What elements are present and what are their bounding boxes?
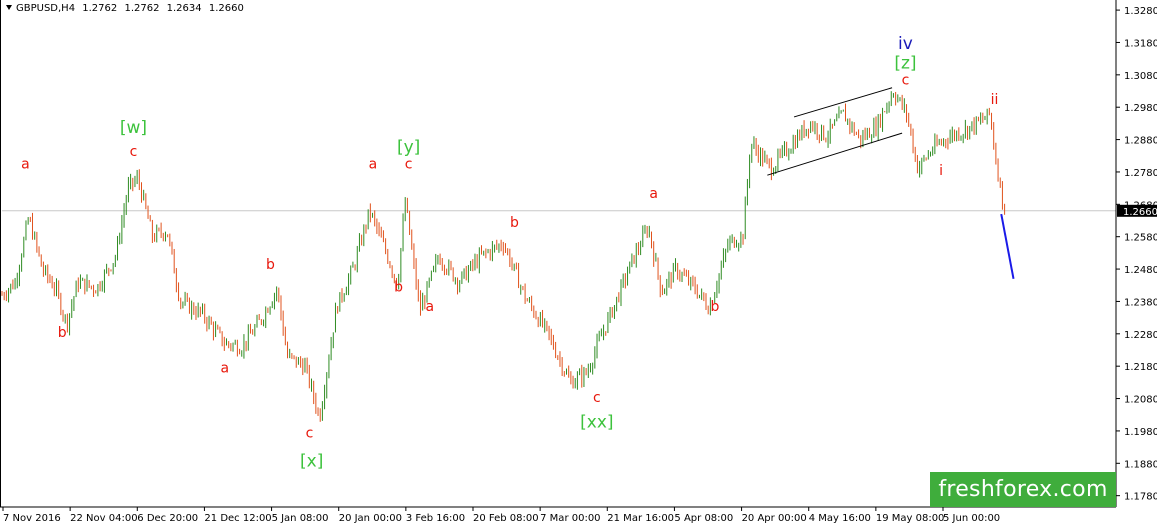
dropdown-arrow-icon[interactable] bbox=[6, 5, 12, 10]
price-tick-label: 1.3080 bbox=[1124, 71, 1157, 82]
wave-label: b bbox=[510, 215, 519, 231]
price-chart[interactable]: ab[w]cabc[x]a[y]cbabc[xx]abiv[z]ciii 1.3… bbox=[0, 0, 1157, 527]
wave-label: a bbox=[221, 361, 230, 377]
time-axis: 7 Nov 2016 22 Nov 04:00 6 Dec 20:00 21 Dec … bbox=[2, 507, 1000, 524]
time-tick-label: 22 Nov 04:00 bbox=[70, 513, 137, 524]
price-tick-label: 1.3180 bbox=[1124, 38, 1157, 49]
wave-label: c bbox=[306, 425, 314, 441]
time-tick-label: 3 Feb 16:00 bbox=[406, 513, 465, 524]
wave-label: b bbox=[266, 257, 275, 273]
time-tick-label: 19 May 08:00 bbox=[876, 513, 945, 524]
wave-label: [z] bbox=[894, 53, 916, 73]
wave-label: a bbox=[369, 157, 378, 173]
price-tick-label: 1.2880 bbox=[1124, 136, 1157, 147]
low-value: 1.2634 bbox=[166, 3, 202, 14]
time-tick-label: 7 Mar 00:00 bbox=[540, 513, 600, 524]
wave-label: [y] bbox=[397, 138, 420, 158]
price-tick-label: 1.2280 bbox=[1124, 330, 1157, 341]
wave-label: i bbox=[939, 163, 943, 179]
wave-label: c bbox=[130, 144, 138, 160]
wave-label: [w] bbox=[120, 118, 147, 138]
wave-label: iv bbox=[898, 34, 913, 54]
time-tick-label: 20 Apr 00:00 bbox=[742, 513, 807, 524]
forecast-line bbox=[1000, 213, 1015, 279]
price-tick-label: 1.2480 bbox=[1124, 265, 1157, 276]
price-tick-label: 1.1980 bbox=[1124, 427, 1157, 438]
price-tick-label: 1.1780 bbox=[1124, 492, 1157, 503]
close-value: 1.2660 bbox=[208, 3, 244, 14]
time-tick-label: 7 Nov 2016 bbox=[3, 513, 61, 524]
time-tick-label: 21 Mar 16:00 bbox=[607, 513, 674, 524]
price-tick-label: 1.2180 bbox=[1124, 362, 1157, 373]
chart-axes bbox=[0, 0, 1117, 508]
open-value: 1.2762 bbox=[82, 3, 118, 14]
wave-label: b bbox=[394, 280, 403, 296]
time-tick-label: 20 Feb 08:00 bbox=[473, 513, 539, 524]
wave-label: b bbox=[58, 325, 67, 341]
price-tick-label: 1.2580 bbox=[1124, 233, 1157, 244]
wave-label: b bbox=[711, 299, 720, 315]
symbol-label: GBPUSD,H4 bbox=[16, 3, 76, 14]
price-tick-label: 1.1880 bbox=[1124, 459, 1157, 470]
price-tick-label: 1.3280 bbox=[1124, 6, 1157, 17]
wave-label: a bbox=[425, 299, 434, 315]
wave-label: a bbox=[21, 157, 30, 173]
price-tick-label: 1.2980 bbox=[1124, 103, 1157, 114]
wave-label: a bbox=[649, 186, 658, 202]
time-tick-label: 20 Jan 00:00 bbox=[339, 513, 402, 524]
time-tick-label: 5 Apr 08:00 bbox=[674, 513, 733, 524]
high-value: 1.2762 bbox=[124, 3, 160, 14]
wave-label: [xx] bbox=[580, 413, 613, 433]
price-tick-label: 1.2380 bbox=[1124, 297, 1157, 308]
time-tick-label: 4 May 16:00 bbox=[809, 513, 871, 524]
freshforex-logo: freshforex.com bbox=[930, 472, 1116, 507]
wave-label: c bbox=[902, 73, 910, 89]
wave-label: [x] bbox=[300, 452, 323, 472]
price-axis: 1.3280 1.3180 1.3080 1.2980 1.2880 1.2780 1.26… bbox=[1116, 6, 1157, 503]
wave-label: c bbox=[405, 157, 413, 173]
wave-label: ii bbox=[991, 92, 999, 108]
wave-label: c bbox=[593, 390, 601, 406]
wave-channel bbox=[767, 87, 903, 176]
time-tick-label: 6 Dec 20:00 bbox=[137, 513, 198, 524]
time-tick-label: 5 Jun 00:00 bbox=[943, 513, 1000, 524]
chart-header: GBPUSD,H4 1.2762 1.2762 1.2634 1.2660 bbox=[6, 3, 248, 14]
forecast-arrow bbox=[1000, 213, 1015, 279]
price-tick-label: 1.2780 bbox=[1124, 168, 1157, 179]
current-price-marker: 1.2660 bbox=[1117, 204, 1157, 218]
channel-line bbox=[767, 132, 903, 176]
candlestick-series bbox=[1, 91, 1006, 422]
time-tick-label: 5 Jan 08:00 bbox=[272, 513, 329, 524]
time-tick-label: 21 Dec 12:00 bbox=[204, 513, 271, 524]
current-price-label: 1.2660 bbox=[1123, 207, 1157, 218]
chart-window: a b [w] c a b c [x] a [y] c b a b c [xx] a b iv [z] c ii i 1.3… bbox=[0, 0, 1157, 527]
price-tick-label: 1.2080 bbox=[1124, 395, 1157, 406]
channel-line bbox=[793, 87, 893, 118]
